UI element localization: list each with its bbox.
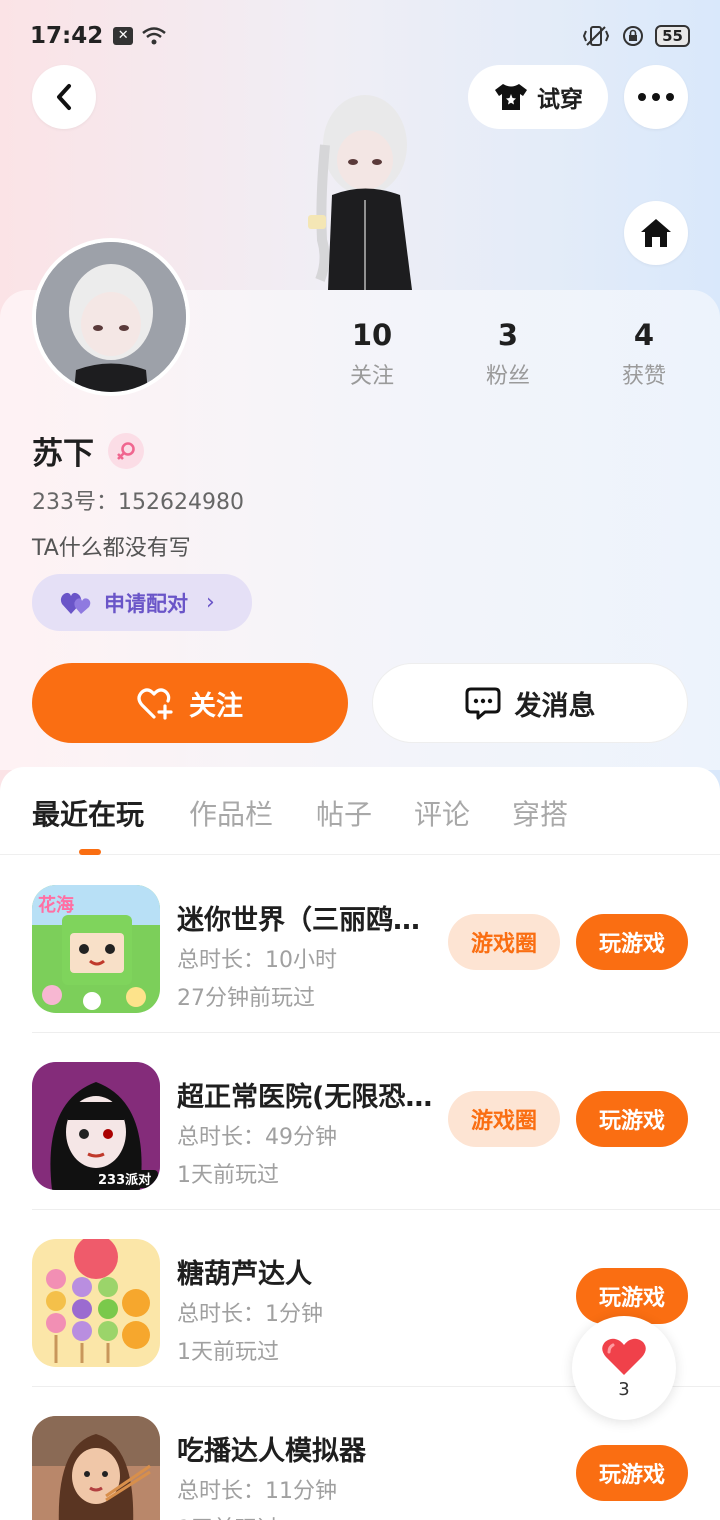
game-last-played: 1天前玩过 bbox=[177, 1511, 279, 1520]
profile-tabs: 最近在玩 作品栏 帖子 评论 穿搭 bbox=[0, 767, 720, 855]
pair-request-button[interactable]: 申请配对 › bbox=[32, 574, 252, 631]
stat-likes[interactable]: 4 获赞 bbox=[594, 318, 694, 390]
game-title: 吃播达人模拟器 bbox=[177, 1436, 366, 1467]
home-button[interactable] bbox=[624, 201, 688, 265]
game-last-played: 1天前玩过 bbox=[177, 1340, 279, 1365]
follow-button[interactable]: 关注 bbox=[32, 663, 348, 743]
stat-following[interactable]: 10 关注 bbox=[322, 318, 422, 390]
game-last-played: 1天前玩过 bbox=[177, 1163, 279, 1188]
tab-recently-played[interactable]: 最近在玩 bbox=[32, 793, 144, 833]
game-icon bbox=[32, 1239, 160, 1367]
game-title: 迷你世界（三丽鸥… bbox=[177, 905, 420, 936]
back-button[interactable] bbox=[32, 65, 96, 129]
tab-works[interactable]: 作品栏 bbox=[189, 793, 273, 833]
game-title: 超正常医院(无限恐… bbox=[177, 1082, 433, 1113]
like-float-button[interactable]: 3 bbox=[572, 1316, 676, 1420]
profile-stats: 10 关注 3 粉丝 4 获赞 bbox=[300, 318, 720, 398]
tab-comments[interactable]: 评论 bbox=[414, 793, 470, 833]
double-heart-icon bbox=[60, 592, 91, 614]
game-duration: 总时长：10小时 bbox=[177, 948, 337, 973]
game-icon: 花海 bbox=[32, 885, 160, 1013]
tab-indicator bbox=[79, 849, 101, 855]
notification-x-icon: ✕ bbox=[113, 27, 134, 45]
follow-label: 关注 bbox=[189, 690, 243, 722]
game-circle-button[interactable]: 游戏圈 bbox=[448, 1091, 560, 1147]
profile-bio: TA什么都没有写 bbox=[32, 536, 191, 561]
avatar[interactable] bbox=[32, 238, 190, 396]
play-game-button[interactable]: 玩游戏 bbox=[576, 1268, 688, 1324]
vibrate-icon bbox=[583, 26, 610, 46]
chevron-left-icon bbox=[57, 84, 71, 110]
game-circle-button[interactable]: 游戏圈 bbox=[448, 914, 560, 970]
stat-followers[interactable]: 3 粉丝 bbox=[458, 318, 558, 390]
tab-posts[interactable]: 帖子 bbox=[316, 793, 372, 833]
play-game-button[interactable]: 玩游戏 bbox=[576, 1445, 688, 1501]
game-title: 糖葫芦达人 bbox=[177, 1259, 312, 1290]
list-item[interactable]: 花海 迷你世界（三丽鸥… 总时长：10小时 27分钟前玩过 游戏圈 玩游戏 bbox=[0, 856, 720, 1033]
status-time: 17:42 bbox=[30, 23, 104, 49]
game-icon: 233派对 bbox=[32, 1062, 160, 1190]
stat-followers-count: 3 bbox=[497, 318, 519, 352]
pair-request-label: 申请配对 bbox=[104, 591, 188, 616]
heart-plus-icon bbox=[137, 688, 173, 720]
profile-name: 苏下 bbox=[32, 436, 94, 472]
stat-followers-label: 粉丝 bbox=[485, 364, 530, 389]
list-item[interactable]: 233派对 超正常医院(无限恐… 总时长：49分钟 1天前玩过 游戏圈 玩游戏 bbox=[0, 1033, 720, 1210]
game-last-played: 27分钟前玩过 bbox=[177, 986, 315, 1011]
game-icon-label: 花海 bbox=[38, 894, 74, 916]
wifi-icon bbox=[142, 27, 167, 45]
avatar-image bbox=[36, 242, 186, 392]
female-icon bbox=[108, 432, 144, 469]
home-icon bbox=[641, 219, 671, 247]
shirt-icon bbox=[495, 84, 527, 110]
tab-outfits[interactable]: 穿搭 bbox=[512, 793, 568, 833]
try-on-button[interactable]: 试穿 bbox=[468, 65, 608, 129]
stat-following-count: 10 bbox=[351, 318, 393, 352]
battery-icon: 55 bbox=[655, 25, 690, 47]
stat-likes-count: 4 bbox=[633, 318, 655, 352]
game-duration: 总时长：1分钟 bbox=[177, 1302, 323, 1327]
profile-uid: 233号：152624980 bbox=[32, 490, 244, 515]
avatar-3d-figure bbox=[308, 95, 412, 290]
heart-icon bbox=[602, 1338, 646, 1375]
more-dots-icon bbox=[638, 93, 674, 101]
rotation-lock-icon bbox=[623, 26, 644, 46]
message-label: 发消息 bbox=[514, 690, 596, 722]
message-button[interactable]: 发消息 bbox=[372, 663, 688, 743]
chat-bubble-icon bbox=[465, 687, 500, 720]
stat-likes-label: 获赞 bbox=[621, 364, 666, 389]
play-game-button[interactable]: 玩游戏 bbox=[576, 1091, 688, 1147]
game-duration: 总时长：11分钟 bbox=[177, 1479, 337, 1504]
game-icon-badge: 233派对 bbox=[98, 1172, 151, 1188]
chevron-right-icon: › bbox=[206, 590, 215, 615]
game-duration: 总时长：49分钟 bbox=[177, 1125, 337, 1150]
play-game-button[interactable]: 玩游戏 bbox=[576, 914, 688, 970]
like-count: 3 bbox=[618, 1378, 630, 1400]
more-button[interactable] bbox=[624, 65, 688, 129]
try-on-label: 试穿 bbox=[537, 87, 583, 113]
game-icon bbox=[32, 1416, 160, 1520]
stat-following-label: 关注 bbox=[349, 364, 394, 389]
status-bar: 17:42 ✕ 55 bbox=[0, 0, 720, 72]
name-row: 苏下 bbox=[32, 428, 144, 473]
